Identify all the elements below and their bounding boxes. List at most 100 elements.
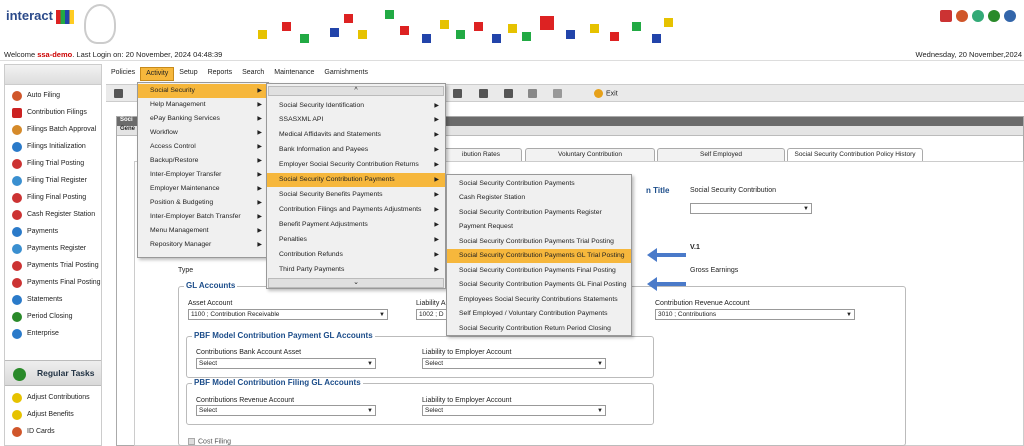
menu-item-trial-posting[interactable]: Social Security Contribution Payments Tr…	[447, 235, 631, 249]
menu-item-contributions-statements[interactable]: Employees Social Security Contributions …	[447, 293, 631, 307]
username: ssa-demo	[37, 50, 73, 59]
menu-item-bank-information[interactable]: Bank Information and Payees ▶	[267, 143, 445, 157]
sidebar-item-statements[interactable]: Statements	[5, 291, 101, 308]
sidebar-item-filing-final-posting[interactable]: Filing Final Posting	[5, 189, 101, 206]
exit-button[interactable]: Exit	[594, 89, 618, 98]
menu-item-payments-register[interactable]: Social Security Contribution Payments Re…	[447, 206, 631, 220]
menu-item-payment-request[interactable]: Payment Request	[447, 220, 631, 234]
sidebar-item-contribution-filings[interactable]: Contribution Filings	[5, 104, 101, 121]
menu-item-ss-identification[interactable]: Social Security Identification ▶	[267, 99, 445, 113]
new-icon[interactable]	[114, 89, 123, 98]
sidebar-item-payments-final-posting[interactable]: Payments Final Posting	[5, 274, 101, 291]
sidebar-item-payments[interactable]: Payments	[5, 223, 101, 240]
print-icon[interactable]	[553, 89, 562, 98]
save-icon[interactable]	[453, 89, 462, 98]
menu-item-employer-returns[interactable]: Employer Social Security Contribution Re…	[267, 158, 445, 172]
scroll-down-button[interactable]: ⌄	[268, 278, 444, 288]
menu-item-epay[interactable]: ePay Banking Services ▶	[138, 112, 268, 126]
menu-item-third-party-payments[interactable]: Third Party Payments ▶	[267, 263, 445, 277]
sidebar-item-filing-trial-posting[interactable]: Filing Trial Posting	[5, 155, 101, 172]
menu-item-social-security[interactable]: Social Security ▶	[138, 84, 268, 98]
menu-item-self-employed-payments[interactable]: Self Employed / Voluntary Contribution P…	[447, 307, 631, 321]
sidebar-item-payments-trial-posting[interactable]: Payments Trial Posting	[5, 257, 101, 274]
sidebar-item-filing-trial-register[interactable]: Filing Trial Register	[5, 172, 101, 189]
menu-item-workflow[interactable]: Workflow ▶	[138, 126, 268, 140]
menu-item-penalties[interactable]: Penalties ▶	[267, 233, 445, 247]
menu-item-benefit-adjustments[interactable]: Benefit Payment Adjustments ▶	[267, 218, 445, 232]
tab-self-employed[interactable]: Self Employed	[657, 148, 785, 161]
menu-item-payments[interactable]: Social Security Contribution Payments	[447, 177, 631, 191]
tab-policy-history[interactable]: Social Security Contribution Policy Hist…	[787, 148, 923, 161]
save-all-icon[interactable]	[479, 89, 488, 98]
menu-activity[interactable]: Activity	[140, 67, 175, 81]
menu-item-filings-adjustments[interactable]: Contribution Filings and Payments Adjust…	[267, 203, 445, 217]
liability-select[interactable]: 1002 ; D	[416, 309, 446, 320]
asset-account-select[interactable]: 1100 ; Contribution Receivable ▼	[188, 309, 388, 320]
sidebar-item-filings-batch-approval[interactable]: Filings Batch Approval	[5, 121, 101, 138]
contrib-bank-select[interactable]: Select ▼	[196, 358, 376, 369]
task-adjust-benefits[interactable]: Adjust Benefits	[5, 406, 101, 423]
cost-filing-checkbox[interactable]: Cost Filing	[188, 438, 231, 445]
menu-item-inter-employer-transfer[interactable]: Inter-Employer Transfer ▶	[138, 168, 268, 182]
chevron-down-icon: ▼	[846, 312, 852, 318]
checkbox-icon	[188, 438, 195, 445]
menu-search[interactable]: Search	[237, 67, 269, 81]
regular-tasks-icon	[13, 368, 26, 381]
menu-policies[interactable]: Policies	[106, 67, 140, 81]
sidebar-item-enterprise[interactable]: Enterprise	[5, 325, 101, 342]
revenue-account-select[interactable]: 3010 ; Contributions ▼	[655, 309, 855, 320]
menu-item-position-budgeting[interactable]: Position & Budgeting ▶	[138, 196, 268, 210]
menu-setup[interactable]: Setup	[174, 67, 202, 81]
title-select[interactable]: ▼	[690, 203, 812, 214]
menu-item-medical-affidavits[interactable]: Medical Affidavits and Statements ▶	[267, 128, 445, 142]
menu-reports[interactable]: Reports	[203, 67, 238, 81]
menu-item-benefits-payments[interactable]: Social Security Benefits Payments ▶	[267, 188, 445, 202]
chevron-right-icon: ▶	[434, 192, 439, 198]
menu-item-inter-employer-batch[interactable]: Inter-Employer Batch Transfer ▶	[138, 210, 268, 224]
menu-item-return-period-closing[interactable]: Social Security Contribution Return Peri…	[447, 322, 631, 336]
sidebar-item-auto-filing[interactable]: Auto Filing	[5, 87, 101, 104]
task-adjust-contributions[interactable]: Adjust Contributions	[5, 389, 101, 406]
menu-item-gl-final-posting[interactable]: Social Security Contribution Payments GL…	[447, 278, 631, 292]
globe-icon[interactable]	[972, 10, 984, 22]
menu-item-label: Medical Affidavits and Statements	[279, 131, 381, 138]
liability-employer-select[interactable]: Select ▼	[422, 358, 606, 369]
sidebar-item-period-closing[interactable]: Period Closing	[5, 308, 101, 325]
sidebar-item-payments-register[interactable]: Payments Register	[5, 240, 101, 257]
menu-item-employer-maintenance[interactable]: Employer Maintenance ▶	[138, 182, 268, 196]
menu-garnishments[interactable]: Garnishments	[319, 67, 373, 81]
scroll-up-button[interactable]: ^	[268, 86, 444, 96]
menu-item-ssasxml-api[interactable]: SSASXML API ▶	[267, 113, 445, 127]
help-icon[interactable]	[988, 10, 1000, 22]
power-icon[interactable]	[1004, 10, 1016, 22]
menu-item-contribution-payments[interactable]: Social Security Contribution Payments ▶	[267, 173, 445, 187]
tab-voluntary-contribution[interactable]: Voluntary Contribution	[525, 148, 655, 161]
user-icon[interactable]	[956, 10, 968, 22]
link-icon[interactable]	[528, 89, 537, 98]
liability-employer-select-2[interactable]: Select ▼	[422, 405, 606, 416]
contrib-revenue-select[interactable]: Select ▼	[196, 405, 376, 416]
menu-item-repository-manager[interactable]: Repository Manager ▶	[138, 238, 268, 252]
home-icon[interactable]	[940, 10, 952, 22]
menu-item-access-control[interactable]: Access Control ▶	[138, 140, 268, 154]
menu-item-cash-register[interactable]: Cash Register Station	[447, 191, 631, 205]
init-icon	[12, 141, 22, 152]
menu-item-gl-trial-posting[interactable]: Social Security Contribution Payments GL…	[447, 249, 631, 263]
menu-item-final-posting[interactable]: Social Security Contribution Payments Fi…	[447, 264, 631, 278]
menu-item-menu-management[interactable]: Menu Management ▶	[138, 224, 268, 238]
sidebar-item-cash-register-station[interactable]: Cash Register Station	[5, 206, 101, 223]
tab-contribution-rates[interactable]: ibution Rates	[440, 148, 522, 161]
regular-tasks-header[interactable]: Regular Tasks	[5, 360, 101, 386]
sidebar-item-filings-initialization[interactable]: Filings Initialization	[5, 138, 101, 155]
title-fragment: n Title	[646, 186, 670, 195]
chevron-right-icon: ▶	[434, 267, 439, 273]
activity-menu: Social Security ▶ Help Management ▶ ePay B…	[137, 82, 269, 258]
menu-maintenance[interactable]: Maintenance	[269, 67, 319, 81]
menu-item-help-management[interactable]: Help Management ▶	[138, 98, 268, 112]
menu-item-backup-restore[interactable]: Backup/Restore ▶	[138, 154, 268, 168]
chevron-right-icon: ▶	[257, 186, 262, 192]
gross-earnings-label: Gross Earnings	[690, 267, 739, 274]
task-id-cards[interactable]: ID Cards	[5, 423, 101, 440]
menu-item-contribution-refunds[interactable]: Contribution Refunds ▶	[267, 248, 445, 262]
attach-icon[interactable]	[504, 89, 513, 98]
